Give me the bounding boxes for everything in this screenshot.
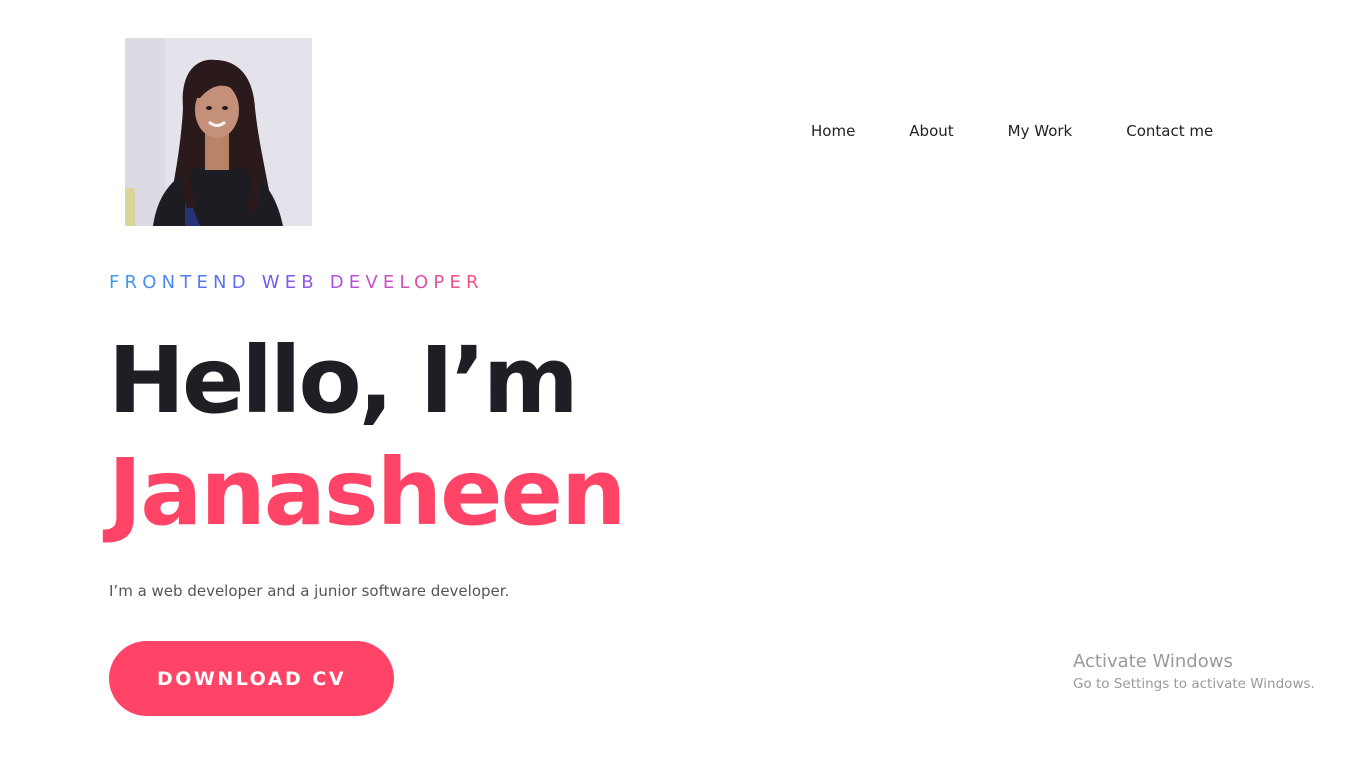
greeting-heading: Hello, I’m — [108, 327, 579, 434]
nav-link-home[interactable]: Home — [811, 121, 855, 141]
download-cv-button[interactable]: DOWNLOAD CV — [109, 641, 394, 716]
main-nav: Home About My Work Contact me — [811, 121, 1213, 141]
watermark-title: Activate Windows — [1073, 651, 1233, 672]
nav-link-about[interactable]: About — [909, 121, 953, 141]
windows-activation-watermark: Activate Windows Go to Settings to activ… — [1073, 650, 1315, 694]
nav-link-contact-me[interactable]: Contact me — [1126, 121, 1213, 141]
nav-link-my-work[interactable]: My Work — [1008, 121, 1073, 141]
profile-photo — [125, 38, 312, 226]
role-subtitle: FRONTEND WEB DEVELOPER — [109, 272, 484, 293]
portfolio-page: Home About My Work Contact me FRONTEND W… — [0, 0, 1366, 768]
tagline: I’m a web developer and a junior softwar… — [109, 582, 510, 600]
watermark-subtitle: Go to Settings to activate Windows. — [1073, 676, 1315, 692]
name-heading: Janasheen — [108, 439, 626, 546]
